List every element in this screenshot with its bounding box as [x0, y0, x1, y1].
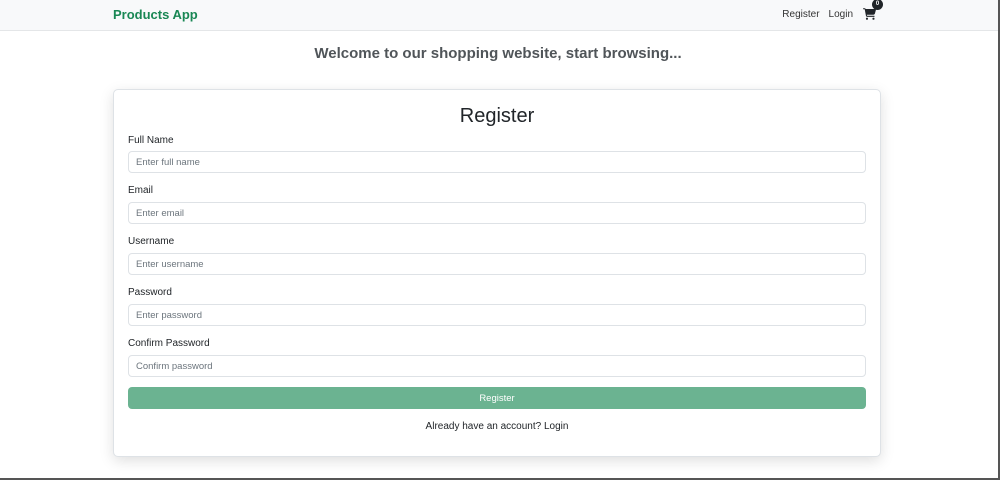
- username-input[interactable]: [128, 253, 866, 275]
- email-label: Email: [128, 185, 154, 196]
- password-label: Password: [128, 287, 172, 298]
- nav-register-link[interactable]: Register: [782, 9, 819, 20]
- full-name-input[interactable]: [128, 151, 866, 173]
- nav-login-link[interactable]: Login: [829, 9, 853, 20]
- navbar: Products App Register Login 0: [0, 0, 998, 31]
- register-form-card: Register Full Name Email Username Passwo…: [113, 89, 881, 457]
- shopping-cart-icon: [863, 8, 876, 20]
- confirm-password-label: Confirm Password: [128, 338, 210, 349]
- welcome-message: Welcome to our shopping website, start b…: [314, 45, 682, 62]
- account-prompt-text: Already have an account?: [425, 421, 542, 432]
- nav-links: Register Login 0: [782, 0, 883, 20]
- form-title: Register: [459, 105, 535, 127]
- brand-link[interactable]: Products App: [113, 7, 198, 22]
- login-prompt: Already have an account? Login: [114, 421, 880, 432]
- confirm-password-input[interactable]: [128, 355, 866, 377]
- full-name-label: Full Name: [128, 135, 174, 146]
- register-submit-button[interactable]: Register: [128, 387, 866, 409]
- password-input[interactable]: [128, 304, 866, 326]
- page: Products App Register Login 0 Welcome to…: [0, 0, 1000, 480]
- form-login-link[interactable]: Login: [544, 421, 568, 432]
- username-label: Username: [128, 236, 175, 247]
- cart-button[interactable]: 0: [863, 0, 883, 20]
- cart-count-badge: 0: [872, 0, 883, 10]
- email-input[interactable]: [128, 202, 866, 224]
